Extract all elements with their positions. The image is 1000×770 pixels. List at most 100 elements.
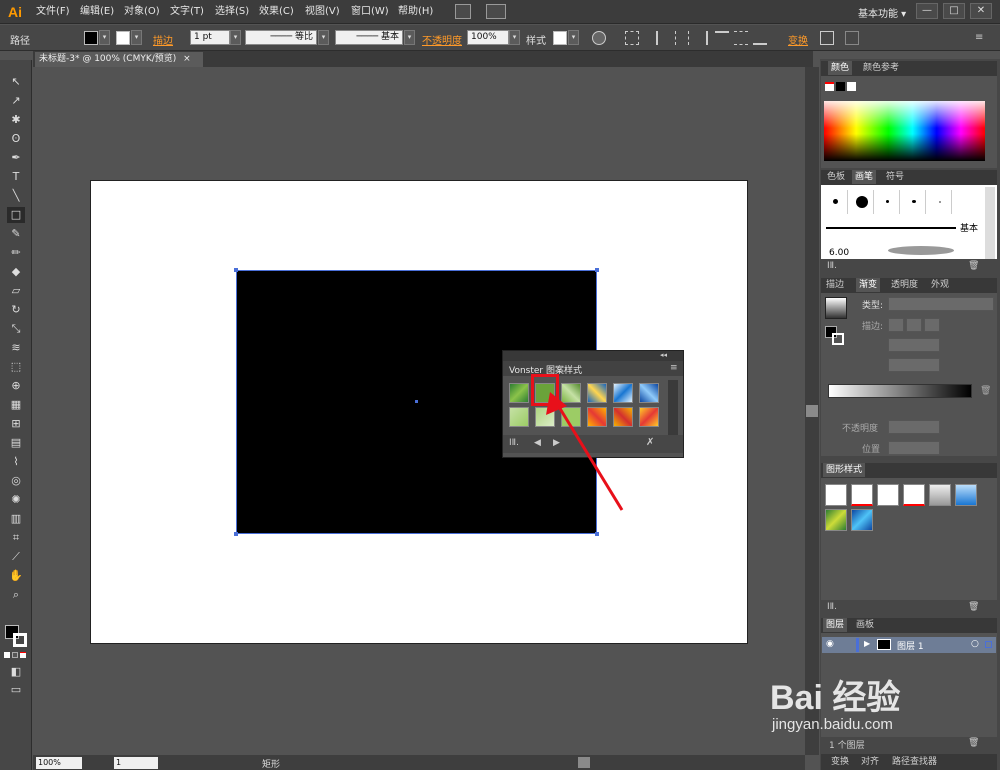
next-library-icon[interactable]: ▶	[553, 438, 560, 448]
free-transform-tool-icon[interactable]: ⬚	[7, 359, 25, 375]
fill-dropdown[interactable]: ▾	[99, 30, 110, 45]
fill-swatch[interactable]	[84, 31, 98, 45]
align-bottom-icon[interactable]	[753, 31, 767, 45]
eraser-tool-icon[interactable]: ▱	[7, 283, 25, 299]
menu-view[interactable]: 视图(V)	[305, 5, 340, 19]
zoom-field[interactable]: 100%	[36, 757, 82, 769]
rotate-tool-icon[interactable]: ↻	[7, 302, 25, 318]
library-menu-icon[interactable]: ⅠⅡ.	[509, 438, 519, 448]
pattern-swatch[interactable]	[509, 407, 529, 427]
bridge-icon[interactable]	[455, 4, 471, 19]
bounding-handle[interactable]	[595, 532, 599, 536]
menu-select[interactable]: 选择(S)	[215, 5, 249, 19]
status-current-tool[interactable]: 矩形	[262, 757, 280, 770]
menu-type[interactable]: 文字(T)	[170, 5, 204, 19]
graphic-style-swatch[interactable]	[825, 484, 847, 506]
layer-name[interactable]: 图层 1	[897, 639, 924, 652]
opacity-field[interactable]: 100%	[467, 30, 509, 45]
pencil-tool-icon[interactable]: ✏	[7, 245, 25, 261]
layer-selection-indicator[interactable]	[985, 641, 992, 648]
black-swatch[interactable]	[836, 82, 845, 91]
stroke-weight-field[interactable]: 1 pt	[190, 30, 230, 45]
line-tool-icon[interactable]: ╲	[7, 188, 25, 204]
align-center-icon[interactable]	[675, 31, 689, 45]
delete-style-icon[interactable]: 🗑	[968, 602, 979, 612]
pattern-scrollbar[interactable]	[668, 380, 678, 435]
gradient-mode-icon[interactable]	[12, 652, 18, 658]
stroke-gradient-option[interactable]	[924, 318, 940, 332]
stroke-gradient-option[interactable]	[906, 318, 922, 332]
screen-mode-icon[interactable]: ▭	[7, 682, 25, 698]
paintbrush-tool-icon[interactable]: ✎	[7, 226, 25, 242]
tab-align[interactable]: 对齐	[858, 755, 882, 769]
pattern-swatch[interactable]	[561, 407, 581, 427]
tab-graphic-styles[interactable]: 图形样式	[823, 463, 866, 477]
scale-tool-icon[interactable]: ⤡	[7, 321, 25, 337]
mesh-tool-icon[interactable]: ⊞	[7, 416, 25, 432]
direct-selection-tool-icon[interactable]: ↗	[7, 93, 25, 109]
gradient-location-field[interactable]	[888, 441, 940, 455]
isolate-icon[interactable]	[820, 31, 834, 45]
brush-preset[interactable]	[824, 190, 848, 214]
brush-preset[interactable]	[876, 190, 900, 214]
symbol-sprayer-tool-icon[interactable]: ✺	[7, 492, 25, 508]
tab-color-guide[interactable]: 颜色参考	[860, 61, 902, 75]
tab-transform[interactable]: 变换	[828, 755, 852, 769]
charcoal-brush-stroke[interactable]	[888, 246, 954, 255]
layer-target-icon[interactable]: ○	[971, 639, 979, 649]
gradient-aspect-field[interactable]	[888, 358, 940, 372]
gradient-opacity-field[interactable]	[888, 420, 940, 434]
tab-color[interactable]: 颜色	[828, 61, 853, 75]
pattern-swatch[interactable]	[561, 383, 581, 403]
pen-tool-icon[interactable]: ✒	[7, 150, 25, 166]
column-graph-tool-icon[interactable]: ▥	[7, 511, 25, 527]
graphic-style-swatch[interactable]	[851, 484, 873, 506]
workspace-switcher[interactable]: 基本功能 ▾	[858, 5, 906, 20]
graphic-style-swatch[interactable]	[851, 509, 873, 531]
break-link-icon[interactable]: ✗	[646, 437, 654, 448]
artboard-tool-icon[interactable]: ⌗	[7, 530, 25, 546]
perspective-grid-tool-icon[interactable]: ▦	[7, 397, 25, 413]
transform-link[interactable]: 变换	[788, 32, 808, 47]
lasso-tool-icon[interactable]: ʘ	[7, 131, 25, 147]
pattern-swatch[interactable]	[613, 407, 633, 427]
menu-effect[interactable]: 效果(C)	[259, 5, 294, 19]
graphic-style-swatch[interactable]	[877, 484, 899, 506]
brush-preset[interactable]	[850, 190, 874, 214]
panel-drag-bar[interactable]	[503, 351, 683, 361]
hand-tool-icon[interactable]: ✋	[7, 568, 25, 584]
panel-menu-icon[interactable]: ≡	[670, 363, 678, 373]
brush-library-menu-icon[interactable]: ⅠⅡ.	[827, 261, 837, 271]
bounding-handle[interactable]	[234, 268, 238, 272]
tab-pathfinder[interactable]: 路径查找器	[889, 755, 940, 769]
stroke-dropdown[interactable]: ▾	[131, 30, 142, 45]
tab-transparency[interactable]: 透明度	[888, 278, 921, 292]
menu-edit[interactable]: 编辑(E)	[80, 5, 114, 19]
horizontal-scroll-thumb[interactable]	[578, 757, 590, 768]
arrange-documents-icon[interactable]	[486, 4, 506, 19]
blend-tool-icon[interactable]: ◎	[7, 473, 25, 489]
menu-object[interactable]: 对象(O)	[124, 5, 160, 19]
pattern-swatch[interactable]	[587, 407, 607, 427]
brush-definition[interactable]: ──── 基本	[335, 30, 403, 45]
brush-dropdown[interactable]: ▾	[404, 30, 415, 45]
warp-tool-icon[interactable]: ≋	[7, 340, 25, 356]
stroke-swatch[interactable]	[116, 31, 130, 45]
color-spectrum[interactable]	[824, 101, 985, 161]
tab-stroke[interactable]: 描边	[823, 278, 847, 292]
pattern-swatch[interactable]	[535, 407, 555, 427]
stroke-link[interactable]: 描边	[153, 32, 173, 47]
rectangle-tool-icon[interactable]: □	[7, 207, 25, 223]
menu-help[interactable]: 帮助(H)	[398, 5, 433, 19]
opacity-link[interactable]: 不透明度	[422, 32, 462, 47]
delete-brush-icon[interactable]: 🗑	[968, 261, 979, 271]
gradient-tool-icon[interactable]: ▤	[7, 435, 25, 451]
tab-appearance[interactable]: 外观	[928, 278, 952, 292]
previous-library-icon[interactable]: ◀	[534, 438, 541, 448]
tab-symbols[interactable]: 符号	[883, 170, 907, 184]
gradient-stroke-icon[interactable]	[832, 333, 844, 345]
style-swatch[interactable]	[553, 31, 567, 45]
zoom-tool-icon[interactable]: ⌕	[7, 587, 25, 603]
graphic-style-swatch[interactable]	[929, 484, 951, 506]
draw-mode-icon[interactable]: ◧	[7, 664, 25, 680]
